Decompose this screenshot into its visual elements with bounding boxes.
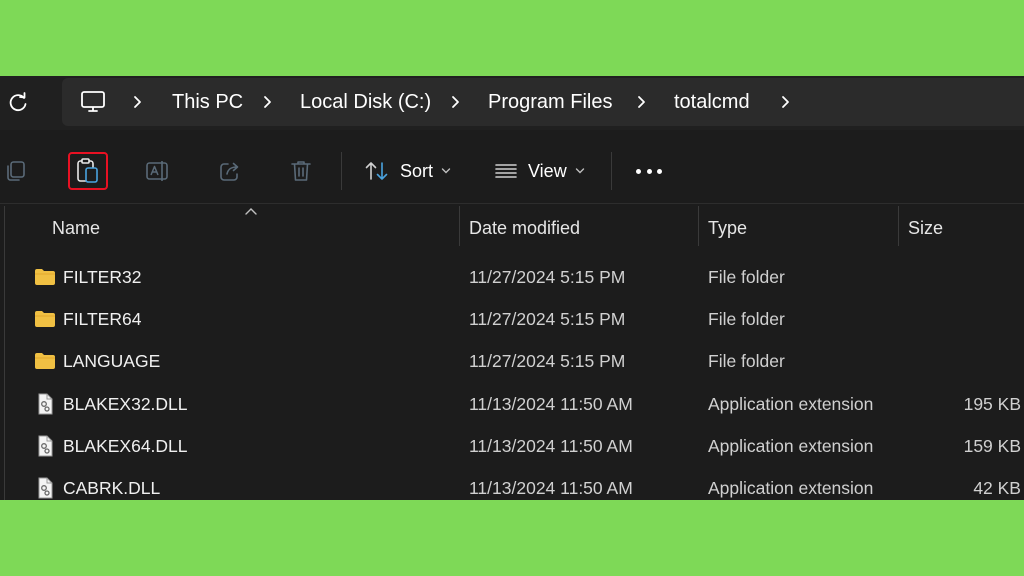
dll-file-icon xyxy=(38,393,53,415)
paste-icon xyxy=(77,158,98,183)
file-type: File folder xyxy=(708,266,785,287)
breadcrumb-program-files[interactable]: Program Files xyxy=(488,78,612,126)
dll-file-icon xyxy=(38,435,53,457)
file-name: BLAKEX32.DLL xyxy=(63,393,188,414)
more-options-button[interactable] xyxy=(636,152,662,190)
toolbar-divider xyxy=(611,152,612,190)
share-button[interactable] xyxy=(210,152,250,190)
share-icon xyxy=(220,162,239,181)
column-resizer[interactable] xyxy=(459,206,460,246)
file-name: BLAKEX64.DLL xyxy=(63,435,188,456)
view-button[interactable]: View xyxy=(488,152,598,190)
file-size xyxy=(906,340,1021,382)
copy-icon xyxy=(7,161,25,181)
delete-button[interactable] xyxy=(281,152,321,190)
file-date: 11/27/2024 5:15 PM xyxy=(469,266,626,287)
sort-button[interactable]: Sort xyxy=(358,152,458,190)
list-item[interactable]: CABRK.DLL 11/13/2024 11:50 AM Applicatio… xyxy=(6,467,1024,500)
column-header-name[interactable]: Name xyxy=(52,206,100,250)
file-date: 11/13/2024 11:50 AM xyxy=(469,435,633,456)
command-bar: Sort View xyxy=(0,138,1024,204)
more-icon xyxy=(636,168,641,174)
chevron-right-icon[interactable] xyxy=(130,94,146,110)
column-resizer[interactable] xyxy=(698,206,699,246)
file-name: LANGUAGE xyxy=(63,350,161,371)
paste-button[interactable] xyxy=(68,152,108,190)
list-item[interactable]: BLAKEX64.DLL 11/13/2024 11:50 AM Applica… xyxy=(6,425,1024,467)
file-size xyxy=(906,298,1021,340)
column-resizer[interactable] xyxy=(898,206,899,246)
rename-button[interactable] xyxy=(138,152,178,190)
file-date: 11/27/2024 5:15 PM xyxy=(469,308,626,329)
breadcrumb-local-disk[interactable]: Local Disk (C:) xyxy=(300,78,431,126)
refresh-icon xyxy=(9,92,27,112)
trash-icon xyxy=(291,161,311,181)
address-bar[interactable]: This PC Local Disk (C:) Program Files to… xyxy=(62,78,1024,126)
address-row: This PC Local Disk (C:) Program Files to… xyxy=(0,76,1024,130)
file-date: 11/27/2024 5:15 PM xyxy=(469,350,626,371)
sort-icon xyxy=(365,162,388,180)
column-header-type[interactable]: Type xyxy=(708,206,747,250)
file-type: Application extension xyxy=(708,393,874,414)
file-type: Application extension xyxy=(708,477,874,498)
column-header-date-modified[interactable]: Date modified xyxy=(469,206,580,250)
file-type: File folder xyxy=(708,308,785,329)
file-size xyxy=(906,256,1021,298)
file-name: CABRK.DLL xyxy=(63,477,161,498)
list-item[interactable]: FILTER64 11/27/2024 5:15 PM File folder xyxy=(6,298,1024,340)
breadcrumb-this-pc[interactable]: This PC xyxy=(172,78,243,126)
file-name: FILTER64 xyxy=(63,308,142,329)
file-date: 11/13/2024 11:50 AM xyxy=(469,393,633,414)
column-header-size[interactable]: Size xyxy=(908,206,943,250)
chevron-right-icon[interactable] xyxy=(260,94,276,110)
chevron-down-icon xyxy=(441,168,451,174)
file-size: 42 KB xyxy=(973,477,1021,498)
folder-icon xyxy=(35,269,55,285)
sort-label: Sort xyxy=(400,160,434,181)
file-type: Application extension xyxy=(708,435,874,456)
file-list: Name Date modified Type Size FILTER32 11… xyxy=(0,206,1024,500)
list-item[interactable]: BLAKEX32.DLL 11/13/2024 11:50 AM Applica… xyxy=(6,383,1024,425)
chevron-right-icon[interactable] xyxy=(634,94,650,110)
chevron-right-icon[interactable] xyxy=(448,94,464,110)
view-list-icon xyxy=(495,164,517,178)
file-explorer-window: This PC Local Disk (C:) Program Files to… xyxy=(0,76,1024,500)
list-item[interactable]: LANGUAGE 11/27/2024 5:15 PM File folder xyxy=(6,340,1024,382)
copy-button[interactable] xyxy=(0,152,36,190)
toolbar-divider xyxy=(341,152,342,190)
file-name: FILTER32 xyxy=(63,266,142,287)
folder-icon xyxy=(35,353,55,369)
this-pc-icon[interactable] xyxy=(80,90,106,114)
folder-icon xyxy=(35,311,55,327)
refresh-button[interactable] xyxy=(4,89,32,117)
view-label: View xyxy=(528,160,567,181)
sort-ascending-icon xyxy=(245,208,257,215)
chevron-down-icon xyxy=(575,168,584,174)
breadcrumb-totalcmd[interactable]: totalcmd xyxy=(674,78,750,126)
file-size: 195 KB xyxy=(963,393,1021,414)
chevron-right-icon[interactable] xyxy=(778,94,794,110)
dll-file-icon xyxy=(38,477,53,499)
rename-icon xyxy=(146,161,168,181)
list-item[interactable]: FILTER32 11/27/2024 5:15 PM File folder xyxy=(6,256,1024,298)
file-size: 159 KB xyxy=(963,435,1021,456)
file-date: 11/13/2024 11:50 AM xyxy=(469,477,633,498)
file-type: File folder xyxy=(708,350,785,371)
